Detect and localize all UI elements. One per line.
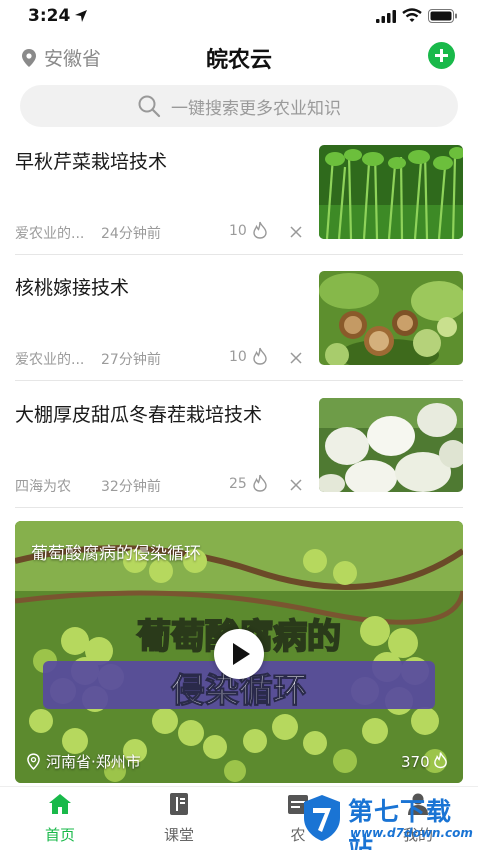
- wifi-icon: [402, 8, 422, 22]
- article-hot-count: 25: [229, 476, 247, 492]
- video-title: 葡萄酸腐病的侵染循环: [31, 544, 201, 564]
- watermark-text: 第七下载站: [348, 797, 453, 850]
- header: 安徽省 皖农云: [0, 36, 478, 76]
- watermark-logo: 第七下载站 www.d7down.com: [298, 790, 476, 850]
- article-title: 早秋芹菜栽培技术: [15, 151, 168, 173]
- shield-icon: [304, 795, 340, 841]
- article-title: 核桃嫁接技术: [15, 277, 130, 299]
- status-bar: 3:24: [0, 0, 478, 34]
- article-time: 24分钟前: [101, 226, 161, 242]
- article-source: 四海为农: [15, 479, 71, 495]
- article-hot-count: 10: [229, 349, 247, 365]
- close-icon[interactable]: [290, 226, 302, 238]
- search-icon: [138, 95, 161, 118]
- melon-thumbnail: [319, 398, 463, 492]
- video-card[interactable]: 葡萄酸腐病的侵染循环 葡萄酸腐病的 侵染循环 河南省·郑州市 370: [15, 521, 463, 783]
- article-time: 27分钟前: [101, 352, 161, 368]
- divider: [15, 507, 463, 508]
- article-item[interactable]: 核桃嫁接技术 爱农业的... 27分钟前 10: [0, 271, 478, 397]
- tab-label: 首页: [44, 826, 75, 844]
- close-icon[interactable]: [290, 479, 302, 491]
- tab-classroom[interactable]: 课堂: [119, 787, 239, 850]
- home-icon: [49, 794, 71, 814]
- video-location-label: 河南省·郑州市: [46, 753, 141, 771]
- search-input[interactable]: 一键搜索更多农业知识: [20, 85, 458, 127]
- article-meta: 四海为农 32分钟前: [15, 476, 161, 496]
- celery-thumbnail: [319, 145, 463, 239]
- map-pin-icon: [27, 753, 40, 770]
- divider: [15, 254, 463, 255]
- divider: [15, 380, 463, 381]
- fire-icon: [253, 347, 267, 365]
- status-time: 3:24: [28, 6, 71, 26]
- add-button[interactable]: [428, 42, 455, 69]
- walnut-thumbnail: [319, 271, 463, 365]
- fire-icon: [253, 221, 267, 239]
- watermark-url: www.d7down.com: [350, 826, 473, 840]
- article-source: 爱农业的...: [15, 226, 85, 242]
- article-source: 爱农业的...: [15, 352, 85, 368]
- article-meta: 爱农业的... 27分钟前: [15, 349, 161, 369]
- tab-label: 课堂: [163, 826, 194, 844]
- close-icon[interactable]: [290, 352, 302, 364]
- signal-icon: [376, 10, 396, 23]
- article-item[interactable]: 早秋芹菜栽培技术 爱农业的... 24分钟前 10: [0, 145, 478, 271]
- tab-home[interactable]: 首页: [0, 787, 120, 850]
- fire-icon: [434, 752, 447, 769]
- page-title: 皖农云: [205, 48, 272, 73]
- article-time: 32分钟前: [101, 479, 161, 495]
- book-icon: [170, 793, 188, 815]
- battery-icon: [428, 9, 457, 23]
- article-hot-count: 10: [229, 223, 247, 239]
- search-placeholder: 一键搜索更多农业知识: [171, 98, 341, 119]
- play-button[interactable]: [214, 629, 264, 679]
- video-location: 河南省·郑州市: [27, 751, 141, 772]
- article-meta: 爱农业的... 24分钟前: [15, 223, 161, 243]
- article-title: 大棚厚皮甜瓜冬春茬栽培技术: [15, 404, 263, 426]
- fire-icon: [253, 474, 267, 492]
- video-hot-count: 370: [401, 753, 430, 771]
- article-item[interactable]: 大棚厚皮甜瓜冬春茬栽培技术 四海为农 32分钟前 25: [0, 398, 478, 524]
- location-arrow-icon: [75, 10, 87, 22]
